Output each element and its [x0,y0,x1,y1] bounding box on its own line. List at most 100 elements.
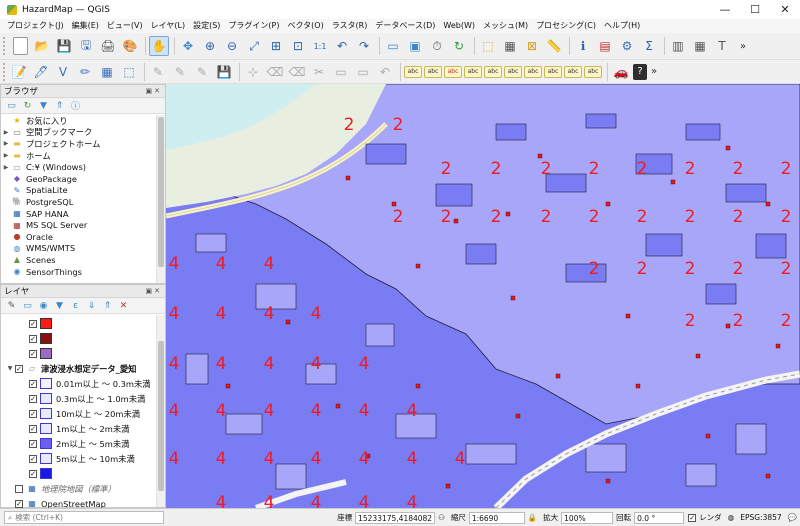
menu-processing[interactable]: プロセシング(C) [532,19,600,33]
browser-item[interactable]: ▦ SAP HANA [1,208,165,220]
browser-scrollbar[interactable] [156,115,165,283]
menu-vector[interactable]: ベクタ(O) [284,19,328,33]
digitize-7-icon[interactable]: ✎ [148,62,168,82]
label-1-icon[interactable]: abc [404,65,422,78]
legend-item[interactable]: ✓ 0.01m以上 ～ 0.3m未満 [1,376,165,391]
digitize-2-icon[interactable]: 🖊 [31,62,51,82]
browser-item[interactable]: ▶ ▭ 空間ブックマーク [1,127,165,139]
menu-project[interactable]: プロジェクト(J) [3,19,68,33]
digitize-5-icon[interactable]: ▦ [97,62,117,82]
rotation-field[interactable]: 0.0 ° [634,511,685,524]
identify-icon[interactable]: ℹ [573,36,593,56]
add-group-icon[interactable]: ▭ [21,299,34,312]
label-2-icon[interactable]: abc [424,65,442,78]
digitize-8-icon[interactable]: ✎ [170,62,190,82]
digitize-10-icon[interactable]: 💾 [214,62,234,82]
label-10-icon[interactable]: abc [584,65,602,78]
layers-scrollbar[interactable] [156,315,165,507]
scale-field[interactable]: 1:6690 [468,511,525,524]
label-7-icon[interactable]: abc [524,65,542,78]
browser-item[interactable]: ★ お気に入り [1,115,165,127]
label-9-icon[interactable]: abc [564,65,582,78]
digitize-1-icon[interactable]: 📝 [9,62,29,82]
browser-item[interactable]: ▶ ▭ C:¥ (Windows) [1,161,165,173]
browser-item[interactable]: ● Oracle [1,231,165,243]
legend-item[interactable]: ✓ 10m以上 ～ 20m未満 [1,406,165,421]
layer-item[interactable]: ▦ 地理院地図（標準） [1,481,165,496]
style-panel-icon[interactable]: ✎ [5,299,18,312]
legend-checkbox[interactable]: ✓ [29,424,37,433]
browser-item[interactable]: ◉ SensorThings [1,266,165,278]
collapse-all-icon[interactable]: ⇑ [53,99,66,112]
save-project-icon[interactable]: 💾 [54,36,74,56]
browser-item[interactable]: 🐘 PostgreSQL [1,196,165,208]
expand-arrow-icon[interactable]: ▶ [1,129,11,136]
new-project-icon[interactable] [13,37,28,55]
filter-icon[interactable]: ▼ [37,99,50,112]
minimize-button[interactable]: — [710,0,740,19]
expand-all-icon[interactable]: ⇓ [85,299,98,312]
legend-checkbox[interactable]: ✓ [29,379,37,388]
zoom-layer-icon[interactable]: ⊡ [288,36,308,56]
label-8-icon[interactable]: abc [544,65,562,78]
menu-plugins[interactable]: プラグイン(P) [224,19,283,33]
collapse-all-icon[interactable]: ⇑ [101,299,114,312]
browser-item[interactable]: ✎ SpatiaLite [1,185,165,197]
browser-item[interactable]: ◍ WMS/WMTS [1,243,165,255]
menu-mesh[interactable]: メッシュ(M) [479,19,532,33]
open-project-icon[interactable]: 📂 [32,36,52,56]
crs-globe-icon[interactable]: ◍ [728,513,735,522]
browser-item[interactable]: ▶ ▬ ホーム [1,150,165,162]
legend-item[interactable]: ✓ [1,346,165,361]
zoom-native-icon[interactable]: 1:1 [310,36,330,56]
temporal-icon[interactable]: ⏱ [427,36,447,56]
legend-item[interactable]: ✓ [1,466,165,481]
menu-view[interactable]: ビュー(V) [103,19,147,33]
legend-item[interactable]: ✓ 0.3m以上 ～ 1.0m未満 [1,391,165,406]
close-button[interactable]: ✕ [770,0,800,19]
menu-edit[interactable]: 編集(E) [68,19,103,33]
menu-database[interactable]: データベース(D) [371,19,439,33]
legend-checkbox[interactable]: ✓ [29,409,37,418]
save-as-icon[interactable]: 🖫 [76,36,96,56]
zoom-in-icon[interactable]: ⊕ [200,36,220,56]
toolbar-overflow-icon[interactable]: » [651,66,657,77]
pan-to-selection-icon[interactable]: ✥ [178,36,198,56]
measure-icon[interactable]: 📏 [544,36,564,56]
group-checkbox[interactable]: ✓ [15,364,23,373]
info-icon[interactable]: ⓘ [69,99,82,112]
stats-icon[interactable]: ▥ [668,36,688,56]
legend-checkbox[interactable]: ✓ [29,319,37,328]
browser-item[interactable]: ◆ GeoPackage [1,173,165,185]
refresh-icon[interactable]: ↻ [449,36,469,56]
label-6-icon[interactable]: abc [504,65,522,78]
menu-layer[interactable]: レイヤ(L) [147,19,189,33]
toolbox-icon[interactable]: ▦ [690,36,710,56]
digitize-4-icon[interactable]: ✏ [75,62,95,82]
digitize-14-icon[interactable]: ✂ [309,62,329,82]
help-icon[interactable]: ? [633,63,647,80]
calculator-icon[interactable]: ▤ [595,36,615,56]
expand-arrow-icon[interactable]: ▶ [1,140,11,147]
collapse-arrow-icon[interactable]: ▼ [5,365,15,372]
filter-legend-icon[interactable]: ▼ [53,299,66,312]
legend-checkbox[interactable]: ✓ [29,349,37,358]
attribute-table-icon[interactable]: ▦ [500,36,520,56]
zoom-next-icon[interactable]: ↷ [354,36,374,56]
expression-filter-icon[interactable]: ε [69,299,82,312]
browser-item[interactable]: ▶ ▬ プロジェクトホーム [1,138,165,150]
new-3d-view-icon[interactable]: ▣ [405,36,425,56]
legend-item[interactable]: ✓ 1m以上 ～ 2m未満 [1,421,165,436]
digitize-13-icon[interactable]: ⌫ [287,62,307,82]
expand-arrow-icon[interactable]: ▶ [1,152,11,159]
zoom-full-icon[interactable]: ⤢ [244,36,264,56]
add-selected-icon[interactable]: ▭ [5,99,18,112]
label-4-icon[interactable]: abc [464,65,482,78]
maximize-button[interactable]: ☐ [740,0,770,19]
digitize-6-icon[interactable]: ⬚ [119,62,139,82]
messages-icon[interactable]: 💬 [788,513,797,522]
map-canvas[interactable]: 2 2 2 2 2 2 2 2 2 2 2 2 2 2 2 2 2 2 2 2 2 2 2 2 2 2 2 4 4 4 4 4 4 4 4 4 4 4 4 4… [166,84,800,508]
select-icon[interactable]: ⬚ [478,36,498,56]
text-annotation-icon[interactable]: T [712,36,732,56]
print-layout-icon[interactable]: 🖨 [98,36,118,56]
